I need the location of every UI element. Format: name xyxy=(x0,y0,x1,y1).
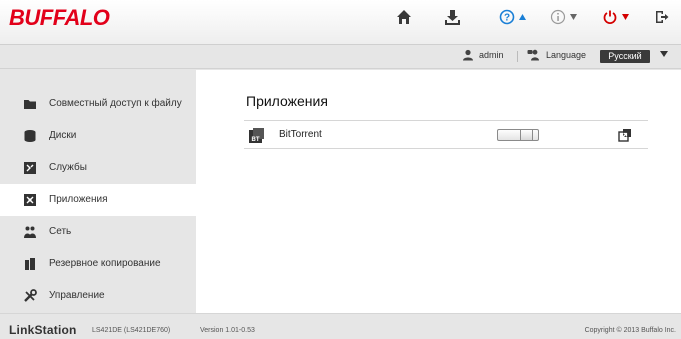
copyright-label: Copyright © 2013 Buffalo Inc. xyxy=(584,327,676,334)
version-label: Version 1.01-0.53 xyxy=(200,327,255,334)
bittorrent-toggle[interactable] xyxy=(497,129,539,141)
power-button[interactable] xyxy=(602,6,630,28)
svg-text:BT: BT xyxy=(252,137,260,143)
username-label: admin xyxy=(479,50,504,60)
sidebar-item-backup[interactable]: Резервное копирование xyxy=(0,248,196,280)
help-button[interactable]: ? xyxy=(499,6,527,28)
sidebar-item-network[interactable]: Сеть xyxy=(0,216,196,248)
bittorrent-icon: BT xyxy=(249,128,264,143)
open-settings-icon[interactable] xyxy=(618,128,632,142)
app-row-bittorrent: BT BitTorrent xyxy=(244,120,648,149)
home-icon xyxy=(397,10,411,24)
toggle-knob[interactable] xyxy=(520,130,533,140)
main-content: Приложения BT BitTorrent xyxy=(196,70,681,313)
user-account[interactable]: admin xyxy=(462,49,504,61)
buffalo-logo: BUFFALO xyxy=(9,5,110,30)
top-bar: BUFFALO ? xyxy=(0,0,681,45)
sidebar-item-label: Диски xyxy=(49,130,77,141)
disk-icon xyxy=(24,130,36,142)
language-dropdown-arrow-icon[interactable] xyxy=(660,51,668,57)
info-icon xyxy=(550,9,566,25)
sidebar-item-label: Резервное копирование xyxy=(49,258,161,269)
language-select[interactable]: Русский xyxy=(600,50,650,63)
svg-text:?: ? xyxy=(504,13,510,24)
app-name: BitTorrent xyxy=(279,129,322,140)
tools-icon xyxy=(24,289,37,302)
caret-down-icon xyxy=(622,14,629,20)
caret-up-icon xyxy=(519,14,526,20)
model-label: LS421DE (LS421DE760) xyxy=(92,327,171,334)
help-icon: ? xyxy=(499,9,515,25)
sidebar: Совместный доступ к файлу Диски Службы П… xyxy=(0,70,196,313)
sidebar-item-label: Службы xyxy=(49,162,87,173)
sidebar-item-label: Управление xyxy=(49,290,105,301)
language-icon xyxy=(527,49,539,61)
logout-icon xyxy=(656,11,669,23)
caret-down-icon xyxy=(570,14,577,20)
power-icon xyxy=(603,10,617,24)
folder-icon xyxy=(24,100,36,109)
sidebar-item-file-sharing[interactable]: Совместный доступ к файлу xyxy=(0,88,196,120)
sidebar-item-label: Сеть xyxy=(49,226,72,237)
logout-button[interactable] xyxy=(654,6,670,28)
sidebar-item-services[interactable]: Службы xyxy=(0,152,196,184)
download-button[interactable] xyxy=(444,6,461,28)
network-icon xyxy=(24,226,36,238)
info-button[interactable] xyxy=(550,6,578,28)
sidebar-item-label: Совместный доступ к файлу xyxy=(49,98,182,109)
home-button[interactable] xyxy=(396,6,412,28)
services-icon xyxy=(24,162,36,174)
apps-icon xyxy=(24,194,36,206)
sidebar-item-applications[interactable]: Приложения xyxy=(0,184,196,216)
divider xyxy=(517,51,518,62)
language-label: Language xyxy=(546,50,587,60)
sidebar-item-disks[interactable]: Диски xyxy=(0,120,196,152)
sidebar-item-management[interactable]: Управление xyxy=(0,280,196,312)
linkstation-brand: LinkStation xyxy=(9,323,77,337)
user-bar: admin Language Русский xyxy=(0,45,681,69)
user-icon xyxy=(463,49,473,61)
language-control[interactable]: Language xyxy=(527,49,586,61)
page-title: Приложения xyxy=(246,93,328,109)
sidebar-item-label: Приложения xyxy=(49,194,108,205)
download-icon xyxy=(445,9,460,25)
footer: LinkStation LS421DE (LS421DE760) Version… xyxy=(0,313,681,339)
backup-icon xyxy=(25,258,35,270)
